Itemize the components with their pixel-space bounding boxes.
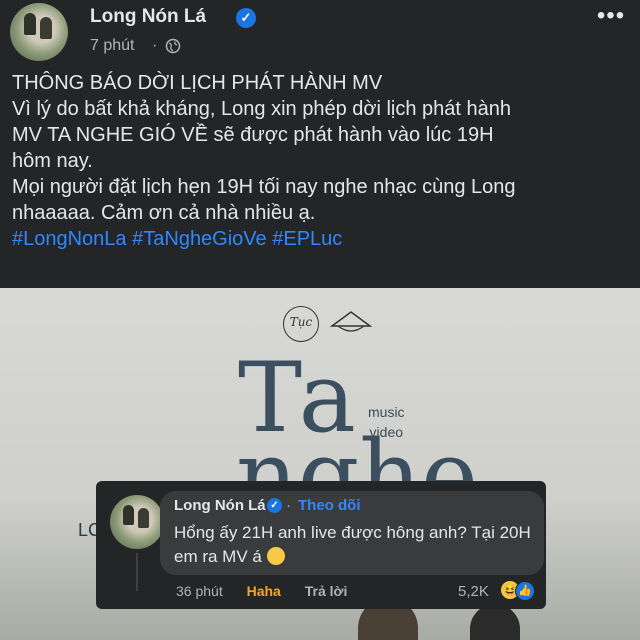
comment: Long Nón Lá ✓ · Theo dõi Hổng ấy 21H anh… xyxy=(96,481,546,609)
post-text-line: THÔNG BÁO DỜI LỊCH PHÁT HÀNH MV xyxy=(12,72,383,94)
reply-button[interactable]: Trả lời xyxy=(305,583,348,599)
comment-bubble: Long Nón Lá ✓ · Theo dõi Hổng ấy 21H anh… xyxy=(160,491,544,575)
verified-badge-icon: ✓ xyxy=(267,498,282,513)
hashtag-link[interactable]: #TaNgheGioVe xyxy=(132,228,267,250)
author-name[interactable]: Long Nón Lá xyxy=(90,6,206,28)
verified-badge-icon: ✓ xyxy=(236,8,256,28)
post-text: THÔNG BÁO DỜI LỊCH PHÁT HÀNH MV Vì lý do… xyxy=(12,70,632,252)
poster-logo: Tục xyxy=(283,306,319,342)
poster-figure xyxy=(470,604,520,640)
conical-hat-logo-icon xyxy=(330,311,372,332)
commenter-avatar[interactable] xyxy=(110,495,164,549)
poster-subtitle-line: music xyxy=(368,404,405,420)
pleading-face-emoji-icon xyxy=(266,547,285,565)
post-text-line: Vì lý do bất khả kháng, Long xin phép dờ… xyxy=(12,98,512,120)
hashtag-link[interactable]: #EPLuc xyxy=(272,228,342,250)
like-reaction-icon: 👍 xyxy=(515,581,535,601)
separator-dot: · xyxy=(286,497,291,514)
post-text-line: hôm nay. xyxy=(12,150,93,172)
post-header: Long Nón Lá ✓ 7 phút · ••• xyxy=(0,0,640,62)
thread-line xyxy=(136,553,138,591)
comment-text: Hổng ấy 21H anh live được hông anh? Tại … xyxy=(174,521,534,569)
avatar-figure xyxy=(123,505,134,525)
author-avatar[interactable] xyxy=(10,3,68,61)
poster-logo-text: Tục xyxy=(289,315,313,329)
haha-reaction-button[interactable]: Haha xyxy=(247,583,281,599)
globe-icon xyxy=(165,38,181,54)
post-text-line: MV TA NGHE GIÓ VỀ sẽ được phát hành vào … xyxy=(12,124,494,146)
separator-dot: · xyxy=(152,37,158,54)
comment-actions: 36 phút Haha Trả lời xyxy=(176,583,367,599)
post-text-line: Mọi người đặt lịch hẹn 19H tối nay nghe … xyxy=(12,176,516,198)
commenter-name[interactable]: Long Nón Lá xyxy=(174,497,266,514)
post-timestamp[interactable]: 7 phút xyxy=(90,37,134,55)
reaction-count[interactable]: 5,2K xyxy=(458,583,489,600)
follow-button[interactable]: Theo dõi xyxy=(298,497,361,514)
avatar-figure xyxy=(24,13,36,35)
hashtag-row: #LongNonLa #TaNgheGioVe #EPLuc xyxy=(12,226,632,252)
more-options-icon[interactable]: ••• xyxy=(594,4,628,28)
avatar-figure xyxy=(138,508,149,528)
comment-text-content: Hổng ấy 21H anh live được hông anh? Tại … xyxy=(174,523,531,566)
post-text-line: nhaaaaa. Cảm ơn cả nhà nhiều ạ. xyxy=(12,202,316,224)
hashtag-link[interactable]: #LongNonLa xyxy=(12,228,127,250)
comment-timestamp[interactable]: 36 phút xyxy=(176,583,223,599)
avatar-figure xyxy=(40,17,52,39)
